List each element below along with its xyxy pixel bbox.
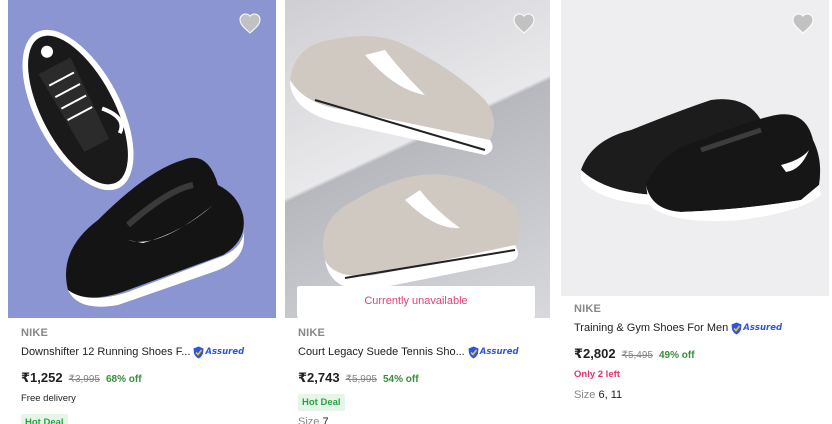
stock-warning: Only 2 left [574, 369, 620, 380]
assured-shield-icon [193, 346, 204, 358]
original-price: ₹3,995 [68, 374, 100, 385]
hot-deal-badge: Hot Deal [298, 394, 345, 411]
assured-label: Assured [479, 347, 519, 357]
wishlist-heart-icon[interactable] [512, 12, 536, 34]
price-row: ₹2,802 ₹5,495 49% off [574, 346, 829, 362]
product-image[interactable]: Currently unavailable [285, 0, 550, 318]
price-row: ₹2,743 ₹5,995 54% off [298, 370, 550, 386]
wishlist-heart-icon[interactable] [238, 12, 262, 34]
price-row: ₹1,252 ₹3,995 68% off [21, 370, 276, 386]
assured-badge: Assured [468, 345, 519, 359]
size-info: Size 6, 11 [574, 388, 829, 402]
availability-banner: Currently unavailable [297, 286, 535, 318]
size-info: Size 7 [298, 415, 550, 424]
product-card-court-legacy[interactable]: Currently unavailable NIKE Court Legacy … [285, 0, 550, 424]
product-info: NIKE Training & Gym Shoes For Men Assure… [561, 302, 829, 402]
assured-label: Assured [743, 323, 783, 333]
shoe-illustration [290, 36, 520, 291]
title-row: Training & Gym Shoes For Men Assured [574, 320, 829, 336]
product-title[interactable]: Downshifter 12 Running Shoes F... [21, 345, 190, 359]
shoe-illustration [22, 29, 245, 307]
title-row: Downshifter 12 Running Shoes F... Assure… [21, 344, 276, 360]
original-price: ₹5,495 [621, 350, 653, 361]
product-card-training-gym[interactable]: NIKE Training & Gym Shoes For Men Assure… [561, 0, 829, 424]
size-value: 7 [322, 416, 329, 424]
delivery-info: Free delivery [21, 393, 76, 404]
size-label: Size [574, 389, 596, 401]
assured-shield-icon [731, 322, 742, 334]
assured-badge: Assured [193, 345, 244, 359]
hot-deal-badge: Hot Deal [21, 414, 68, 424]
product-brand: NIKE [21, 327, 49, 339]
product-title[interactable]: Court Legacy Suede Tennis Sho... [298, 345, 465, 359]
product-brand: NIKE [298, 327, 326, 339]
assured-shield-icon [468, 346, 479, 358]
product-info: NIKE Downshifter 12 Running Shoes F... A… [8, 326, 276, 424]
product-grid: NIKE Downshifter 12 Running Shoes F... A… [0, 0, 832, 424]
assured-badge: Assured [731, 321, 782, 335]
selling-price: ₹2,802 [574, 346, 616, 361]
shoe-illustration [581, 99, 821, 221]
product-image[interactable] [561, 0, 829, 296]
product-title[interactable]: Training & Gym Shoes For Men [574, 321, 728, 335]
product-info: NIKE Court Legacy Suede Tennis Sho... As… [285, 326, 550, 424]
size-value: 6, 11 [598, 389, 623, 401]
size-label: Size [298, 416, 320, 424]
selling-price: ₹1,252 [21, 370, 63, 385]
selling-price: ₹2,743 [298, 370, 340, 385]
product-brand: NIKE [574, 303, 602, 315]
wishlist-heart-icon[interactable] [791, 12, 815, 34]
discount-percent: 54% off [382, 374, 419, 385]
discount-percent: 49% off [658, 350, 695, 361]
title-row: Court Legacy Suede Tennis Sho... Assured [298, 344, 550, 360]
product-image[interactable] [8, 0, 276, 318]
assured-label: Assured [205, 347, 245, 357]
discount-percent: 68% off [105, 374, 142, 385]
original-price: ₹5,995 [345, 374, 377, 385]
product-card-downshifter[interactable]: NIKE Downshifter 12 Running Shoes F... A… [8, 0, 276, 424]
